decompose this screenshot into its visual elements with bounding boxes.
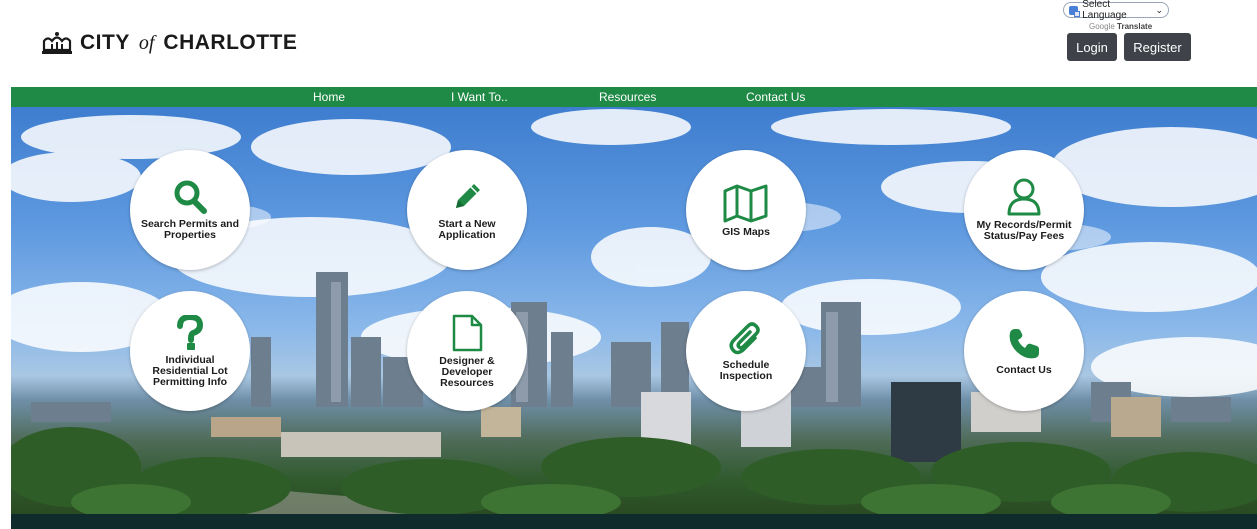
login-button[interactable]: Login bbox=[1067, 33, 1117, 61]
nav-item-i-want-to[interactable]: I Want To.. bbox=[451, 87, 508, 107]
tile-label: Search Permits and Properties bbox=[140, 218, 240, 241]
tile-schedule-inspection[interactable]: Schedule Inspection bbox=[686, 291, 806, 411]
footer-bar bbox=[11, 514, 1257, 529]
user-icon bbox=[1007, 178, 1041, 216]
logo-text-charlotte: CHARLOTTE bbox=[163, 31, 298, 54]
logo-text-city: CITY bbox=[80, 31, 130, 54]
tile-label: Individual Residential Lot Permitting In… bbox=[152, 353, 228, 388]
crown-icon bbox=[42, 32, 72, 54]
tile-contact-us[interactable]: Contact Us bbox=[964, 291, 1084, 411]
tile-label: Schedule Inspection bbox=[719, 359, 773, 382]
tile-gis-maps[interactable]: GIS Maps bbox=[686, 150, 806, 270]
register-button[interactable]: Register bbox=[1124, 33, 1191, 61]
language-select[interactable]: Select Language ⌄ bbox=[1063, 0, 1169, 21]
phone-icon bbox=[1009, 328, 1039, 358]
pencil-icon bbox=[456, 184, 480, 208]
nav-item-contact-us[interactable]: Contact Us bbox=[746, 87, 805, 107]
search-icon bbox=[174, 180, 207, 214]
city-logo[interactable]: CITY of CHARLOTTE bbox=[40, 28, 297, 58]
translate-icon bbox=[1069, 5, 1081, 17]
tile-search-permits[interactable]: Search Permits and Properties bbox=[130, 150, 250, 270]
paperclip-icon bbox=[729, 322, 760, 355]
tile-label: Designer & Developer Resources bbox=[439, 354, 495, 389]
language-select-value: Select Language bbox=[1082, 0, 1127, 21]
tile-start-application[interactable]: Start a New Application bbox=[407, 150, 527, 270]
tile-label: Contact Us bbox=[996, 363, 1052, 376]
nav-item-resources[interactable]: Resources bbox=[599, 87, 656, 107]
nav-item-home[interactable]: Home bbox=[313, 87, 345, 107]
tile-my-records[interactable]: My Records/Permit Status/Pay Fees bbox=[964, 150, 1084, 270]
document-icon bbox=[452, 314, 483, 351]
logo-text-of: of bbox=[138, 31, 155, 54]
google-translate-credit[interactable]: Google Translate bbox=[1089, 22, 1152, 31]
tile-designer-resources[interactable]: Designer & Developer Resources bbox=[407, 291, 527, 411]
tile-label: Start a New Application bbox=[438, 218, 496, 241]
tile-residential-lot[interactable]: Individual Residential Lot Permitting In… bbox=[130, 291, 250, 411]
question-icon bbox=[177, 314, 204, 350]
tile-label: My Records/Permit Status/Pay Fees bbox=[976, 219, 1072, 242]
main-nav: Home I Want To.. Resources Contact Us bbox=[11, 87, 1257, 107]
chevron-down-icon: ⌄ bbox=[1155, 4, 1163, 15]
tile-label: GIS Maps bbox=[722, 225, 770, 238]
map-icon bbox=[723, 184, 768, 222]
